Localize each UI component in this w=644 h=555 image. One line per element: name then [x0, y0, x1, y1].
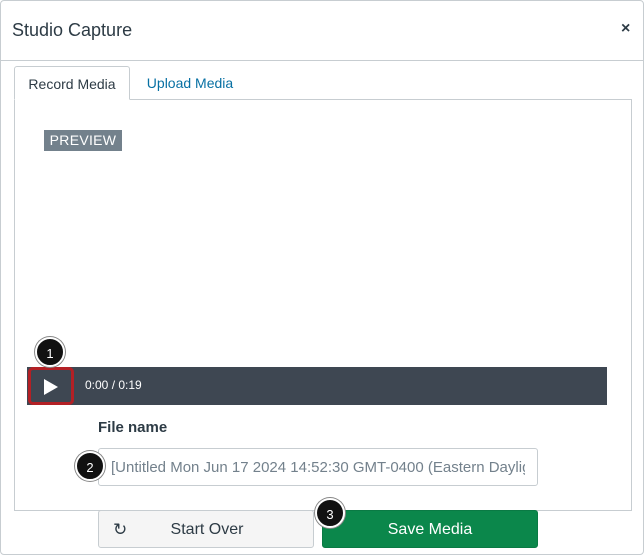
step-marker-3: 3	[315, 498, 345, 528]
tab-record-media[interactable]: Record Media	[14, 66, 130, 100]
tab-upload-media[interactable]: Upload Media	[130, 66, 250, 100]
play-icon	[44, 379, 58, 395]
play-button[interactable]	[28, 367, 74, 405]
step-marker-1: 1	[35, 337, 65, 367]
file-name-input[interactable]	[98, 448, 538, 486]
time-readout: 0:00 / 0:19	[85, 378, 142, 392]
start-over-button[interactable]: ↻ Start Over	[98, 510, 314, 548]
file-name-label: File name	[98, 419, 168, 436]
header-divider	[1, 60, 644, 61]
save-media-button[interactable]: Save Media	[322, 510, 538, 548]
studio-capture-dialog: Studio Capture × Record Media Upload Med…	[0, 0, 644, 555]
step-marker-2: 2	[75, 451, 105, 481]
start-over-label: Start Over	[170, 521, 244, 538]
close-icon[interactable]: ×	[621, 20, 630, 38]
dialog-title: Studio Capture	[12, 20, 133, 40]
preview-badge: PREVIEW	[44, 130, 122, 151]
